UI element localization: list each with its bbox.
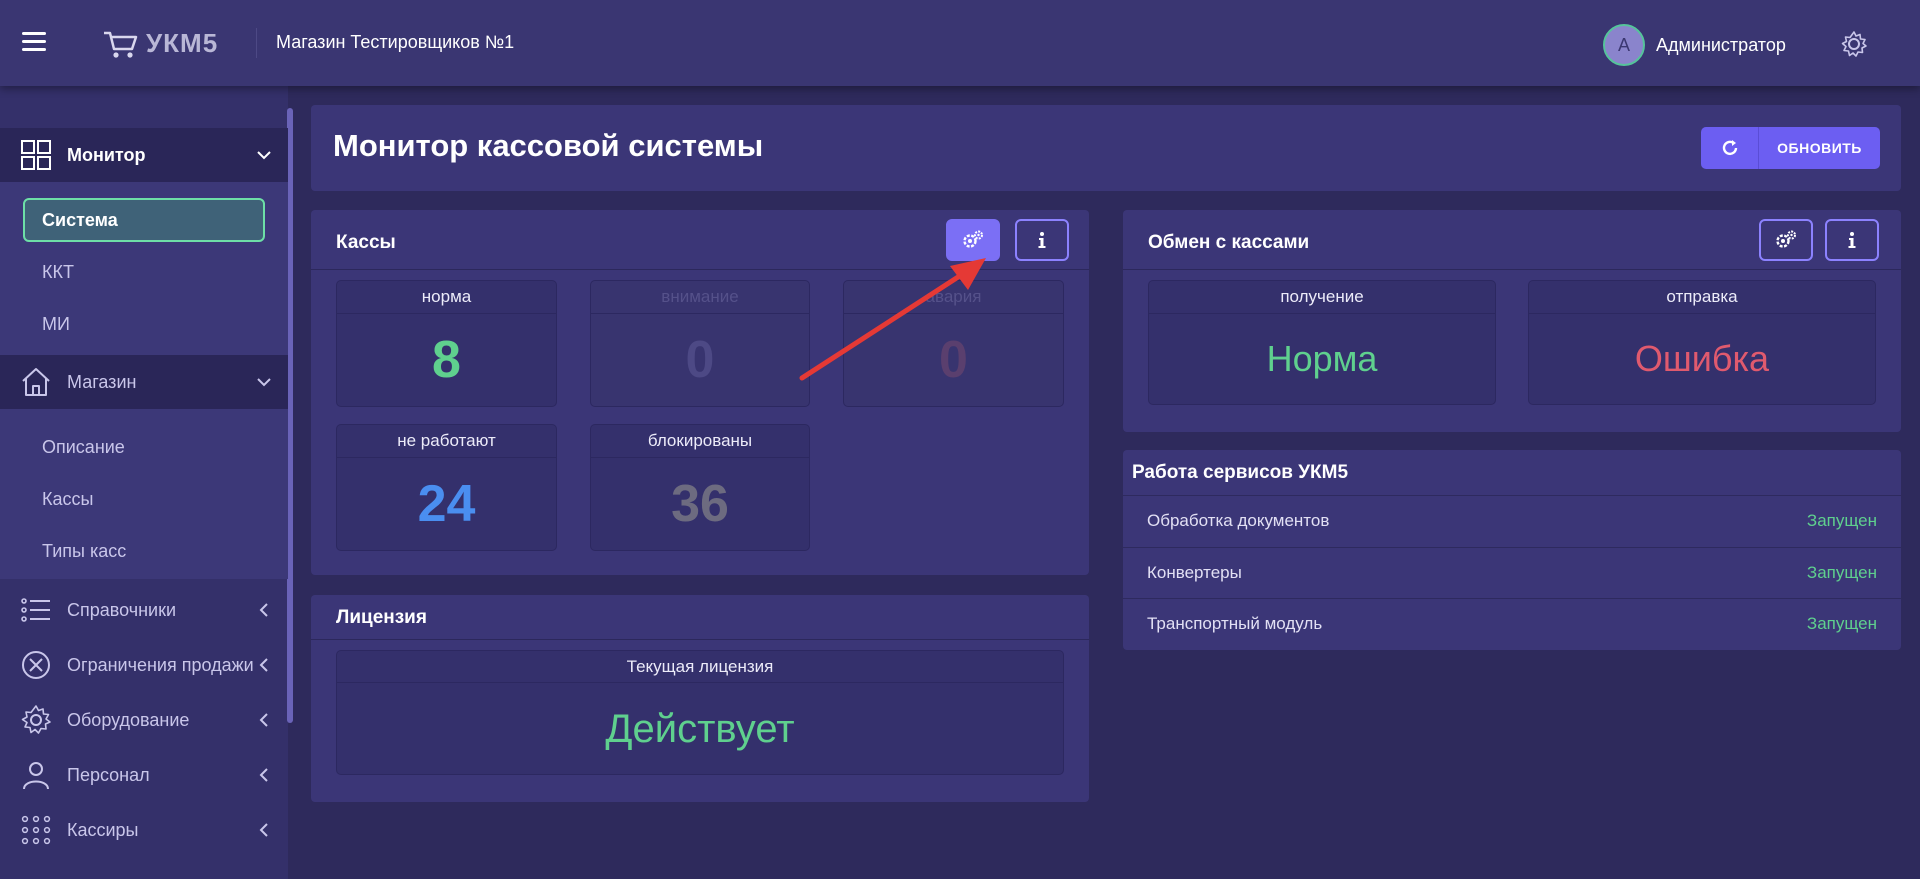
stat-label: не работают — [337, 425, 556, 458]
page-title: Монитор кассовой системы — [333, 128, 764, 163]
refresh-icon — [1722, 140, 1737, 156]
sidebar-group-store[interactable]: Магазин — [0, 355, 288, 409]
gears-icon — [963, 230, 983, 248]
stat-card-attention: внимание 0 — [590, 280, 810, 407]
panel-divider — [311, 639, 1089, 640]
stat-value: 36 — [671, 475, 729, 533]
exchange-send-status: Ошибка — [1634, 338, 1770, 379]
sidebar-item-sistema[interactable]: Система — [23, 198, 265, 242]
exchange-receive-label: получение — [1149, 281, 1495, 314]
chevron-left-icon — [259, 658, 268, 672]
stat-label: внимание — [591, 281, 809, 314]
service-name: Обработка документов — [1147, 511, 1330, 530]
service-row: Транспортный модуль Запущен — [1123, 598, 1901, 649]
refresh-button[interactable]: ОБНОВИТЬ — [1701, 127, 1880, 169]
chevron-left-icon — [259, 603, 268, 617]
exchange-title: Обмен с кассами — [1148, 232, 1310, 253]
sidebar-group-label: Ограничения продажи — [67, 654, 254, 675]
exchange-receive-status: Норма — [1266, 338, 1378, 379]
license-label: Текущая лицензия — [337, 651, 1063, 683]
license-status: Действует — [605, 706, 795, 751]
chevron-down-icon — [257, 151, 271, 160]
top-bar: УКМ5 Магазин Тестировщиков №1 A Админист… — [0, 0, 1920, 86]
info-icon — [1038, 232, 1046, 248]
exchange-send-label: отправка — [1529, 281, 1875, 314]
stat-card-not-working: не работают 24 — [336, 424, 557, 551]
sidebar-group-label: Справочники — [67, 599, 177, 620]
username[interactable]: Администратор — [1656, 35, 1786, 56]
annotation-arrow-icon — [799, 258, 986, 381]
service-row: Конвертеры Запущен — [1123, 547, 1901, 598]
kassy-info-button[interactable] — [1015, 219, 1069, 261]
stat-label: норма — [337, 281, 556, 314]
service-name: Конвертеры — [1147, 563, 1242, 582]
services-panel: Работа сервисов УКМ5 Обработка документо… — [1123, 450, 1901, 650]
stat-value: 8 — [432, 331, 461, 389]
panel-divider — [1123, 269, 1901, 270]
logo-text: УКМ5 — [146, 28, 219, 58]
stat-label: блокированы — [591, 425, 809, 458]
sidebar-item-kassy[interactable]: Кассы — [42, 489, 93, 510]
sidebar-group-label: Магазин — [67, 371, 137, 392]
sidebar-item-kkt[interactable]: ККТ — [42, 262, 74, 283]
hamburger-menu-icon[interactable] — [22, 32, 46, 52]
monitor-grid-icon — [21, 140, 51, 170]
chevron-down-icon — [257, 378, 271, 387]
kassy-title: Кассы — [336, 232, 396, 253]
sidebar-group-label: Монитор — [67, 144, 146, 165]
stat-card-norm: норма 8 — [336, 280, 557, 407]
services-title: Работа сервисов УКМ5 — [1132, 462, 1349, 483]
list-icon — [21, 598, 50, 622]
settings-gear-icon[interactable] — [1840, 30, 1868, 58]
cart-icon — [104, 31, 138, 58]
dots-grid-icon — [21, 815, 51, 845]
sidebar-group-label: Кассиры — [67, 819, 139, 840]
header-divider — [256, 28, 257, 58]
info-icon — [1848, 232, 1856, 248]
sidebar-group-references[interactable]: Справочники — [0, 583, 288, 637]
restriction-icon — [22, 651, 50, 679]
stat-card-blocked: блокированы 36 — [590, 424, 810, 551]
service-status: Запущен — [1806, 511, 1877, 530]
app-logo[interactable]: УКМ5 — [102, 28, 218, 59]
person-icon — [23, 762, 49, 790]
sidebar-group-cashiers[interactable]: Кассиры — [0, 803, 288, 857]
sidebar-item-description[interactable]: Описание — [42, 437, 125, 458]
gear-icon — [21, 705, 51, 734]
service-row: Обработка документов Запущен — [1123, 495, 1901, 546]
chevron-left-icon — [259, 713, 268, 727]
sidebar-group-sale-restrictions[interactable]: Ограничения продажи — [0, 638, 288, 692]
service-status: Запущен — [1806, 563, 1877, 582]
stat-value: 0 — [685, 331, 715, 389]
sidebar-group-equipment[interactable]: Оборудование — [0, 693, 288, 747]
exchange-send-card: отправка Ошибка — [1528, 280, 1876, 405]
stat-value: 24 — [417, 475, 476, 533]
service-name: Транспортный модуль — [1147, 614, 1323, 633]
chevron-left-icon — [259, 768, 268, 782]
refresh-label: ОБНОВИТЬ — [1777, 140, 1862, 156]
license-card: Текущая лицензия Действует — [336, 650, 1064, 775]
sidebar-item-kassa-types[interactable]: Типы касс — [42, 541, 126, 562]
sidebar-group-staff[interactable]: Персонал — [0, 748, 288, 802]
exchange-info-button[interactable] — [1825, 219, 1879, 261]
license-title: Лицензия — [336, 607, 427, 628]
shop-name[interactable]: Магазин Тестировщиков №1 — [276, 32, 514, 53]
gears-icon — [1776, 230, 1796, 248]
sidebar-item-mi[interactable]: МИ — [42, 314, 70, 335]
chevron-left-icon — [259, 823, 268, 837]
sidebar-group-monitor[interactable]: Монитор — [0, 128, 288, 182]
avatar[interactable]: A — [1603, 24, 1645, 66]
sidebar-group-label: Персонал — [67, 764, 150, 785]
exchange-receive-card: получение Норма — [1148, 280, 1496, 405]
service-status: Запущен — [1806, 614, 1877, 633]
sidebar-group-label: Оборудование — [67, 709, 190, 730]
exchange-settings-button[interactable] — [1759, 219, 1813, 261]
store-icon — [22, 368, 50, 396]
